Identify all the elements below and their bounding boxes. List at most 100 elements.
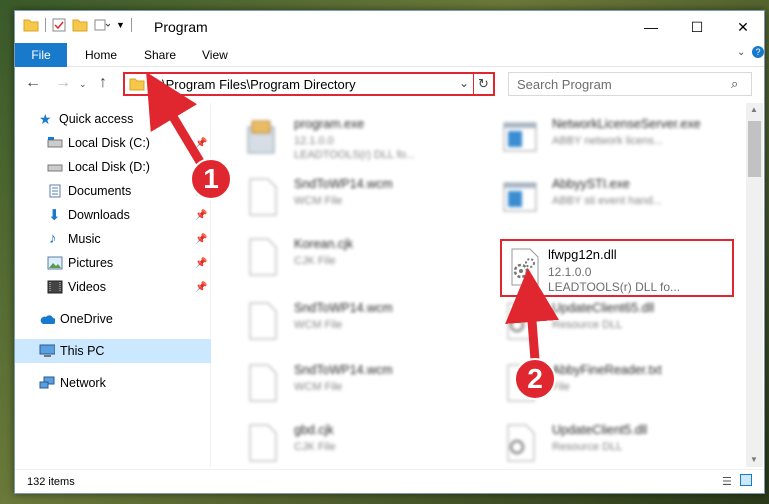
file-item[interactable]: gbd.cjk CJK File: [238, 415, 468, 467]
blank-file-icon: [249, 302, 277, 340]
file-description: LEADTOOLS(r) DLL fo...: [548, 280, 681, 294]
pin-icon[interactable]: 📌: [195, 234, 207, 245]
sidebar-item-label: Videos: [68, 280, 106, 294]
scroll-up-icon[interactable]: ▲: [750, 105, 758, 114]
details-view-icon[interactable]: ☰: [722, 475, 732, 488]
file-description: ABBY network licens...: [552, 135, 664, 147]
star-icon: ★: [39, 111, 52, 127]
scrollbar-thumb[interactable]: [748, 121, 761, 177]
sidebar-item-pictures[interactable]: Pictures 📌: [15, 251, 211, 275]
file-item[interactable]: Korean.cjk CJK File: [238, 229, 468, 285]
sidebar-item-quick-access[interactable]: ★ Quick access: [15, 107, 211, 131]
divider: [130, 18, 132, 32]
sidebar-item-onedrive[interactable]: OneDrive: [15, 307, 211, 331]
sidebar-item-label: OneDrive: [60, 312, 113, 326]
drive-icon: [47, 137, 63, 148]
folder-icon: [129, 78, 145, 91]
pin-icon[interactable]: 📌: [195, 162, 207, 173]
tab-view[interactable]: View: [202, 48, 228, 62]
file-item[interactable]: NetworkLicenseServer.exe ABBY network li…: [496, 109, 726, 165]
file-item[interactable]: UpdateClient5.dll Resource DLL: [496, 415, 726, 467]
file-item[interactable]: SndToWP14.wcm WCM File: [238, 355, 468, 411]
file-item[interactable]: SndToWP14.wcm WCM File: [238, 169, 468, 225]
explorer-window: ▼ Program — ☐ ✕ File Home Share View ⌄ ?…: [14, 10, 765, 494]
search-input[interactable]: Search Program ⌕: [508, 72, 752, 96]
pictures-icon: [47, 256, 63, 270]
sidebar-item-label: Network: [60, 376, 106, 390]
large-icons-view-icon[interactable]: [740, 474, 752, 486]
download-icon: ⬇: [48, 207, 61, 224]
help-icon[interactable]: ?: [752, 46, 764, 58]
recent-dropdown-icon[interactable]: ⌄: [79, 79, 87, 90]
item-count: 132 items: [27, 476, 75, 488]
forward-icon[interactable]: →: [55, 74, 71, 92]
file-type: Resource DLL: [552, 441, 623, 453]
blank-file-icon: [249, 364, 277, 402]
close-button[interactable]: ✕: [720, 11, 766, 43]
sidebar-item-network[interactable]: Network: [15, 371, 211, 395]
dropdown-icon[interactable]: ▼: [116, 20, 125, 30]
file-type: WCM File: [294, 381, 343, 393]
dll-gear-icon: [507, 302, 535, 340]
file-name: gbd.cjk: [294, 423, 334, 437]
refresh-icon[interactable]: ↻: [473, 74, 493, 94]
file-item[interactable]: AbbyFineReader.txt File: [496, 355, 726, 411]
properties-icon[interactable]: [52, 18, 66, 32]
customize-icon[interactable]: [94, 18, 110, 32]
pin-icon[interactable]: 📌: [195, 186, 207, 197]
up-icon[interactable]: ↑: [99, 74, 107, 92]
file-item[interactable]: program.exe 12.1.0.0 LEADTOOLS(r) DLL fo…: [238, 109, 468, 165]
pin-icon[interactable]: 📌: [195, 210, 207, 221]
file-item[interactable]: UpdateClient65.dll Resource DLL: [496, 293, 726, 349]
file-name: SndToWP14.wcm: [294, 301, 393, 315]
search-placeholder: Search Program: [517, 77, 612, 92]
tab-file[interactable]: File: [15, 43, 67, 67]
sidebar-item-documents[interactable]: Documents 📌: [15, 179, 211, 203]
pin-icon[interactable]: 📌: [195, 138, 207, 149]
chevron-down-icon[interactable]: ⌄: [737, 47, 745, 58]
address-row: ← → ⌄ ↑ C:\Program Files\Program Directo…: [15, 68, 764, 100]
address-path: C:\Program Files\Program Directory: [149, 77, 356, 92]
sidebar-item-local-disk-c[interactable]: Local Disk (C:) 📌: [15, 131, 211, 155]
vertical-scrollbar[interactable]: ▲ ▼: [746, 103, 763, 467]
sidebar-item-this-pc[interactable]: This PC: [15, 339, 211, 363]
back-icon[interactable]: ←: [25, 74, 41, 92]
network-icon: [39, 376, 55, 389]
dll-gear-icon: [507, 424, 535, 462]
file-name: Korean.cjk: [294, 237, 354, 251]
tab-share[interactable]: Share: [144, 48, 176, 62]
file-version: 12.1.0.0: [294, 135, 334, 147]
sidebar-item-videos[interactable]: Videos 📌: [15, 275, 211, 299]
file-item[interactable]: SndToWP14.wcm WCM File: [238, 293, 468, 349]
file-item[interactable]: AbbyySTI.exe ABBY sti event hand...: [496, 169, 726, 225]
file-type: CJK File: [294, 441, 336, 453]
computer-icon: [39, 344, 55, 357]
minimize-button[interactable]: —: [628, 11, 674, 43]
sidebar-item-label: Local Disk (C:): [68, 136, 150, 150]
status-bar: 132 items ☰: [15, 469, 764, 493]
pin-icon[interactable]: 📌: [195, 282, 207, 293]
blank-file-icon: [249, 178, 277, 216]
sidebar-item-music[interactable]: ♪ Music 📌: [15, 227, 211, 251]
sidebar-item-label: This PC: [60, 344, 105, 358]
file-type: File: [552, 381, 570, 393]
chevron-down-icon[interactable]: ⌄: [459, 76, 469, 90]
file-type: Resource DLL: [552, 319, 623, 331]
file-list: program.exe 12.1.0.0 LEADTOOLS(r) DLL fo…: [212, 103, 746, 467]
maximize-button[interactable]: ☐: [674, 11, 720, 43]
new-folder-icon[interactable]: [72, 18, 88, 32]
file-type: CJK File: [294, 255, 336, 267]
scroll-down-icon[interactable]: ▼: [750, 455, 758, 464]
tab-home[interactable]: Home: [85, 48, 117, 62]
sidebar-item-downloads[interactable]: ⬇ Downloads 📌: [15, 203, 211, 227]
sidebar-item-local-disk-d[interactable]: Local Disk (D:) 📌: [15, 155, 211, 179]
cloud-icon: [40, 315, 55, 324]
pin-icon[interactable]: 📌: [195, 258, 207, 269]
ribbon-tabs: File Home Share View ⌄ ?: [15, 43, 764, 67]
navigation-pane: ★ Quick access Local Disk (C:) 📌 Local D…: [15, 103, 211, 467]
sidebar-item-label: Pictures: [68, 256, 114, 270]
address-bar[interactable]: C:\Program Files\Program Directory ⌄ ↻: [123, 72, 495, 96]
file-item-lfwpg12n-dll[interactable]: lfwpg12n.dll 12.1.0.0 LEADTOOLS(r) DLL f…: [500, 239, 734, 297]
app-icon: [503, 182, 537, 212]
file-type: WCM File: [294, 319, 343, 331]
